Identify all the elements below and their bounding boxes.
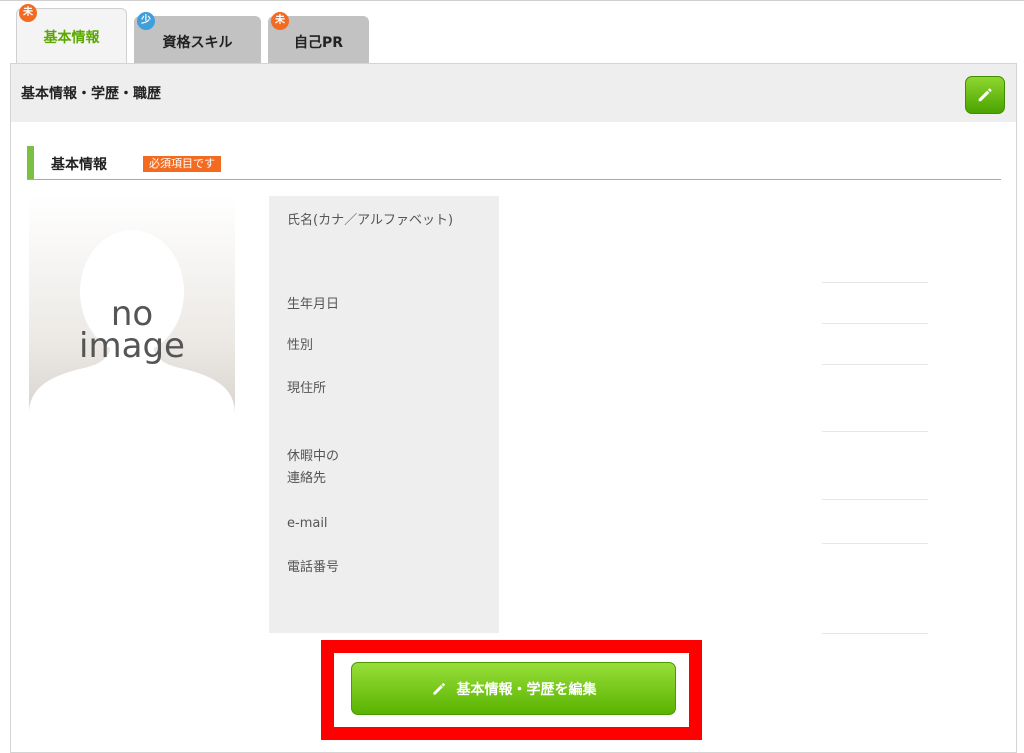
field-divider [822,323,928,324]
field-label-phone: 電話番号 [287,560,340,575]
section-title: 基本情報 [51,157,107,173]
field-label-vacation-contact: 休暇中の 連絡先 [287,449,340,486]
tab-label: 基本情報 [43,30,100,46]
edit-icon-button[interactable] [965,76,1005,114]
field-divider [822,282,928,283]
status-badge: 未 [19,4,37,22]
top-divider [0,0,1024,1]
required-badge: 必須項目です [143,156,221,172]
field-divider [822,499,928,500]
section-accent-bar [27,146,34,179]
card-title: 基本情報・学歴・職歴 [21,86,161,102]
field-divider [822,543,928,544]
field-label-email: e-mail [287,516,328,531]
field-label-name: 氏名(カナ／アルファベット) [287,213,454,228]
edit-button-label: 基本情報・学歴を編集 [456,681,597,698]
field-label-gender: 性別 [287,338,314,353]
field-divider [822,364,928,365]
no-image-text: no image [79,294,185,366]
field-divider [822,431,928,432]
field-label-column: 氏名(カナ／アルファベット) 生年月日 性別 現住所 休暇中の 連絡先 e-ma… [269,196,499,633]
tab-label: 資格スキル [162,35,233,51]
field-label-birthdate: 生年月日 [287,297,340,312]
edit-basic-info-button[interactable]: 基本情報・学歴を編集 [351,662,676,715]
section-header: 基本情報 必須項目です [27,146,1001,180]
pencil-icon [432,682,445,695]
tab-label: 自己PR [293,35,344,51]
field-divider [822,633,928,634]
pencil-icon [978,88,992,102]
status-badge: 未 [271,12,289,30]
status-badge: 少 [137,12,155,30]
field-label-address: 現住所 [287,381,327,396]
card-header: 基本情報・学歴・職歴 [11,64,1016,122]
profile-photo-placeholder: no image [29,196,235,469]
